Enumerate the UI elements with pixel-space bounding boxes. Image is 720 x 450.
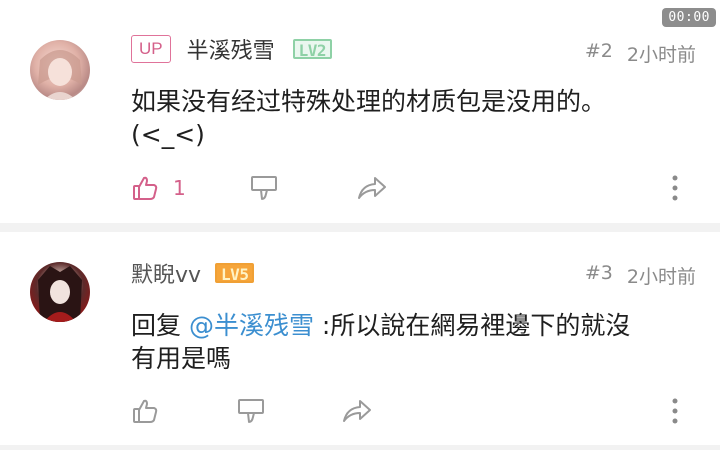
comment-header: UP 半溪残雪 LV2: [131, 33, 333, 65]
like-button[interactable]: 1: [131, 172, 186, 204]
comment-text: 回复 @半溪残雪 :所以說在網易裡邊下的就沒 有用是嗎: [131, 309, 691, 375]
timestamp: 2小时前: [626, 44, 696, 66]
level-badge: LV5: [215, 263, 255, 284]
comment-item: UP 半溪残雪 LV2 #2 2小时前 如果没有经过特殊处理的材质包是没用的。 …: [0, 0, 720, 225]
share-button[interactable]: [356, 172, 388, 204]
more-vertical-icon: [671, 175, 679, 206]
share-button[interactable]: [341, 395, 373, 427]
like-count: 1: [173, 176, 186, 200]
comment-text: 如果没有经过特殊处理的材质包是没用的。 (<_<): [131, 85, 691, 151]
thumb-down-icon: [236, 397, 266, 425]
comment-actions: [131, 395, 691, 427]
comment-text-line: (<_<): [131, 120, 205, 149]
floor-number: #2: [584, 40, 613, 62]
dislike-button[interactable]: [236, 395, 266, 427]
comment-meta: #2 2小时前: [585, 40, 696, 67]
like-button[interactable]: [131, 395, 159, 427]
avatar[interactable]: [30, 40, 90, 100]
thumb-down-icon: [249, 174, 279, 202]
more-button[interactable]: [671, 397, 679, 429]
more-vertical-icon: [671, 398, 679, 429]
comment-text-line: 有用是嗎: [131, 344, 232, 373]
mention-link[interactable]: @半溪残雪: [189, 311, 314, 340]
comment-text-line: 如果没有经过特殊处理的材质包是没用的。: [131, 87, 607, 116]
thumb-up-icon: [131, 397, 159, 425]
username[interactable]: 半溪残雪: [187, 33, 275, 65]
comment-header: 默睨vv LV5: [131, 257, 255, 289]
uploader-badge: UP: [131, 35, 171, 63]
floor-number: #3: [584, 262, 613, 284]
reply-prefix: 回复: [131, 311, 189, 340]
comment-item: 默睨vv LV5 #3 2小时前 回复 @半溪残雪 :所以說在網易裡邊下的就沒 …: [0, 232, 720, 447]
username[interactable]: 默睨vv: [131, 257, 201, 289]
avatar[interactable]: [30, 262, 90, 322]
level-badge: LV2: [292, 39, 333, 60]
timestamp: 2小时前: [626, 266, 696, 288]
comment-actions: 1: [131, 172, 691, 204]
thumb-up-icon: [131, 174, 159, 202]
comment-text-line: 回复 @半溪残雪 :所以說在網易裡邊下的就沒: [131, 309, 691, 342]
share-icon: [341, 398, 373, 424]
comment-meta: #3 2小时前: [585, 262, 696, 289]
comment-divider: [0, 445, 720, 450]
share-icon: [356, 175, 388, 201]
reply-text: :所以說在網易裡邊下的就沒: [313, 311, 631, 340]
dislike-button[interactable]: [249, 172, 279, 204]
comment-divider: [0, 223, 720, 232]
more-button[interactable]: [671, 174, 679, 206]
